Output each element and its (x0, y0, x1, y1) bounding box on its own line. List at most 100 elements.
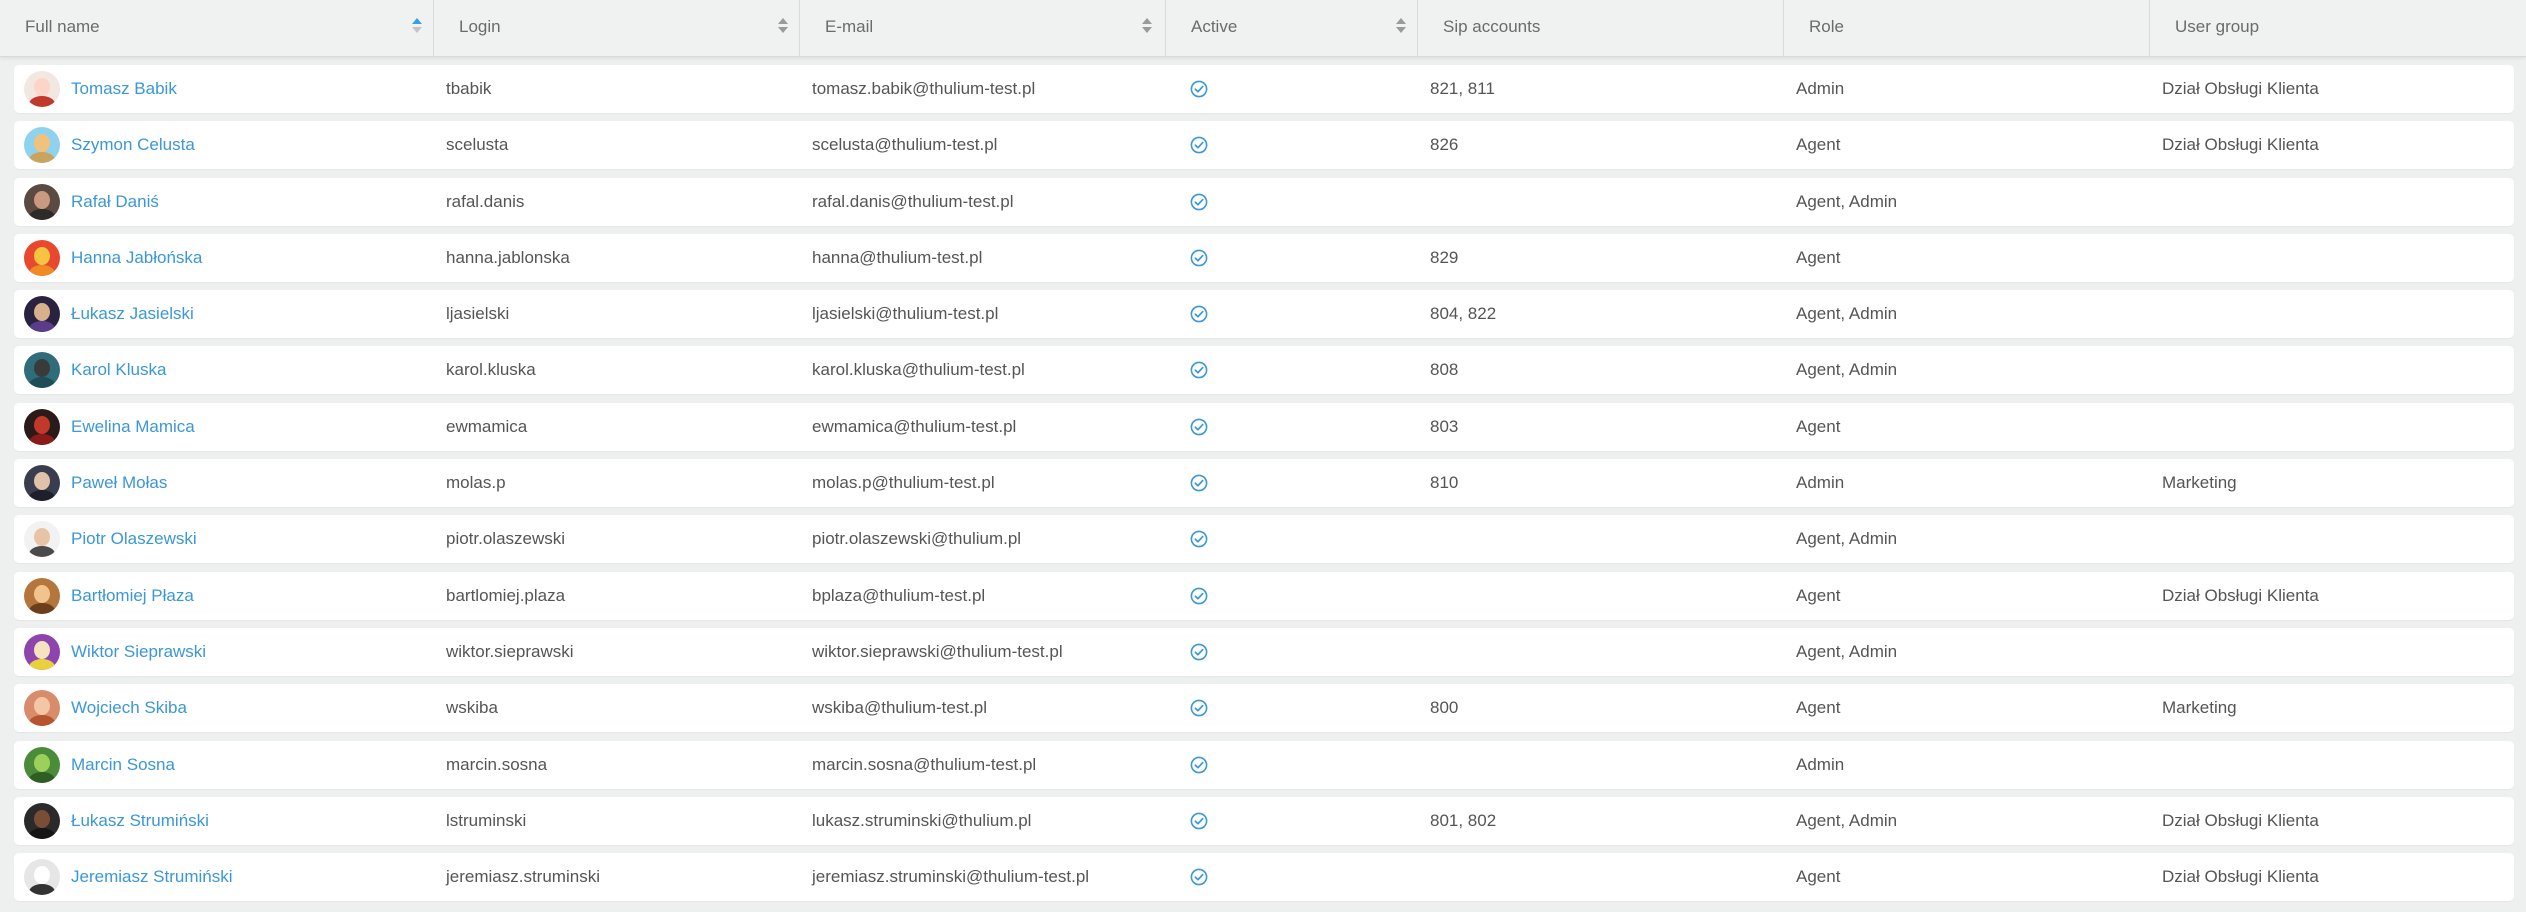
email-cell: marcin.sosna@thulium-test.pl (812, 754, 1037, 774)
check-circle-icon (1190, 756, 1208, 773)
check-circle-icon (1190, 249, 1208, 267)
email-cell: bplaza@thulium-test.pl (812, 585, 986, 605)
sort-asc-icon[interactable] (412, 18, 422, 36)
user-name-link[interactable]: Tomasz Babik (71, 65, 177, 113)
sip-accounts-cell: 804, 822 (1430, 304, 1497, 324)
email-cell: tomasz.babik@thulium-test.pl (812, 79, 1036, 98)
email-cell: jeremiasz.struminski@thulium-test.pl (812, 867, 1090, 887)
table-row[interactable]: Tomasz Babik tbabik tomasz.babik@thulium… (14, 65, 2514, 113)
column-header-sip-accounts: Sip accounts (1418, 0, 1784, 56)
user-group-cell: Marketing (2162, 473, 2237, 493)
role-cell: Agent (1796, 867, 1841, 887)
user-name-link[interactable]: Łukasz Jasielski (71, 290, 194, 338)
check-circle-icon (1190, 643, 1208, 661)
column-header-login[interactable]: Login (434, 0, 800, 56)
role-cell: Agent, Admin (1796, 641, 1898, 661)
user-group-cell: Dział Obsługi Klienta (2162, 810, 2319, 830)
check-circle-icon (1190, 193, 1208, 210)
sip-accounts-cell: 829 (1430, 247, 1459, 267)
column-header-label: E-mail (825, 17, 874, 36)
avatar (24, 408, 60, 445)
table-header: Full name Login E-mail Active Sip accoun… (0, 0, 2526, 57)
table-row[interactable]: Wojciech Skiba wskiba wskiba@thulium-tes… (14, 684, 2514, 733)
table-row[interactable]: Łukasz Jasielski ljasielski ljasielski@t… (14, 290, 2514, 339)
role-cell: Agent (1796, 247, 1841, 267)
sort-icon[interactable] (778, 18, 788, 36)
user-name-link[interactable]: Piotr Olaszewski (71, 515, 197, 563)
email-cell: ewmamica@thulium-test.pl (812, 416, 1017, 436)
user-name-link[interactable]: Wiktor Sieprawski (71, 628, 206, 676)
login-cell: karol.kluska (446, 360, 536, 380)
avatar (24, 802, 60, 839)
avatar (24, 633, 60, 670)
user-name-link[interactable]: Hanna Jabłońska (71, 234, 202, 282)
sort-icon[interactable] (1142, 18, 1152, 36)
table-row[interactable]: Piotr Olaszewski piotr.olaszewski piotr.… (14, 515, 2514, 564)
login-cell: bartlomiej.plaza (446, 585, 566, 605)
avatar (24, 859, 60, 896)
sip-accounts-cell: 801, 802 (1430, 810, 1497, 830)
user-name-link[interactable]: Ewelina Mamica (71, 403, 195, 451)
table-row[interactable]: Wiktor Sieprawski wiktor.sieprawski wikt… (14, 627, 2514, 676)
sort-icon[interactable] (1396, 18, 1406, 36)
sip-accounts-cell: 800 (1430, 698, 1459, 718)
column-header-full-name[interactable]: Full name (0, 0, 434, 56)
login-cell: jeremiasz.struminski (446, 867, 600, 887)
table-row[interactable]: Łukasz Strumiński lstruminski lukasz.str… (14, 796, 2514, 845)
user-group-cell: Dział Obsługi Klienta (2162, 79, 2319, 98)
table-row[interactable]: Szymon Celusta scelusta scelusta@thulium… (14, 121, 2514, 170)
user-group-cell: Dział Obsługi Klienta (2162, 135, 2319, 155)
column-header-user-group: User group (2150, 0, 2526, 56)
sip-accounts-cell: 808 (1430, 360, 1459, 380)
check-circle-icon (1190, 699, 1208, 717)
login-cell: hanna.jablonska (446, 247, 570, 267)
role-cell: Agent (1796, 585, 1841, 605)
role-cell: Agent (1796, 698, 1841, 718)
check-circle-icon (1190, 530, 1208, 548)
role-cell: Agent (1796, 416, 1841, 436)
user-name-link[interactable]: Marcin Sosna (71, 741, 175, 789)
user-name-link[interactable]: Paweł Mołas (71, 459, 167, 507)
login-cell: marcin.sosna (446, 754, 548, 774)
user-name-link[interactable]: Karol Kluska (71, 346, 166, 394)
column-header-email[interactable]: E-mail (800, 0, 1166, 56)
column-header-active[interactable]: Active (1166, 0, 1418, 56)
users-table: Full name Login E-mail Active Sip accoun… (0, 0, 2526, 912)
login-cell: piotr.olaszewski (446, 529, 566, 549)
column-header-label: Full name (25, 17, 100, 36)
role-cell: Agent, Admin (1796, 191, 1898, 211)
user-name-link[interactable]: Szymon Celusta (71, 121, 195, 169)
avatar (24, 521, 60, 558)
column-header-label: Login (459, 17, 501, 36)
table-row[interactable]: Hanna Jabłońska hanna.jablonska hanna@th… (14, 233, 2514, 282)
table-row[interactable]: Karol Kluska karol.kluska karol.kluska@t… (14, 346, 2514, 395)
role-cell: Agent, Admin (1796, 810, 1898, 830)
user-group-cell: Dział Obsługi Klienta (2162, 867, 2319, 887)
table-row[interactable]: Jeremiasz Strumiński jeremiasz.struminsk… (14, 853, 2514, 902)
login-cell: ewmamica (446, 416, 528, 436)
avatar (24, 71, 60, 107)
avatar (24, 746, 60, 783)
user-name-link[interactable]: Wojciech Skiba (71, 684, 187, 732)
column-header-label: Active (1191, 17, 1238, 36)
user-name-link[interactable]: Rafał Daniś (71, 178, 159, 226)
table-row[interactable]: Marcin Sosna marcin.sosna marcin.sosna@t… (14, 740, 2514, 789)
avatar (24, 296, 60, 333)
email-cell: ljasielski@thulium-test.pl (812, 304, 999, 324)
avatar (24, 183, 60, 220)
email-cell: piotr.olaszewski@thulium.pl (812, 529, 1022, 549)
avatar (24, 127, 60, 164)
user-name-link[interactable]: Łukasz Strumiński (71, 797, 209, 845)
sip-accounts-cell: 821, 811 (1430, 79, 1495, 98)
login-cell: ljasielski (446, 304, 510, 324)
table-row[interactable]: Paweł Mołas molas.p molas.p@thulium-test… (14, 459, 2514, 508)
table-row[interactable]: Rafał Daniś rafal.danis rafal.danis@thul… (14, 177, 2514, 226)
user-name-link[interactable]: Jeremiasz Strumiński (71, 853, 233, 901)
user-name-link[interactable]: Bartłomiej Płaza (71, 572, 194, 620)
avatar (24, 690, 60, 727)
login-cell: molas.p (446, 473, 506, 493)
table-row[interactable]: Ewelina Mamica ewmamica ewmamica@thulium… (14, 402, 2514, 451)
table-row[interactable]: Bartłomiej Płaza bartlomiej.plaza bplaza… (14, 571, 2514, 620)
login-cell: rafal.danis (446, 191, 525, 211)
check-circle-icon (1190, 305, 1208, 323)
